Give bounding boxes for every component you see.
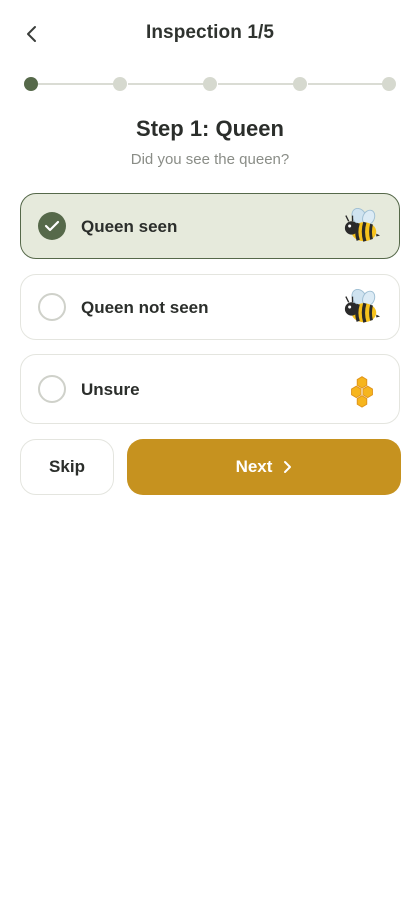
option-label: Queen seen: [81, 217, 178, 236]
step-title: Step 1: Queen: [136, 116, 284, 141]
bee-icon: [344, 208, 381, 242]
progress-dot-4: [293, 77, 307, 91]
option-label: Queen not seen: [81, 298, 209, 317]
next-button[interactable]: Next: [127, 439, 401, 495]
check-icon: [44, 220, 60, 232]
progress-segment: [308, 83, 384, 85]
step-subtitle: Did you see the queen?: [130, 151, 290, 168]
radio-unchecked[interactable]: [38, 293, 66, 321]
progress-dot-1: [24, 77, 38, 91]
progress-segment: [218, 83, 294, 85]
radio-checked[interactable]: [38, 212, 66, 240]
option-label: Unsure: [81, 380, 140, 399]
option-queen-not-seen[interactable]: Queen not seen: [20, 274, 400, 340]
header: Inspection 1/5: [0, 0, 420, 68]
radio-unchecked[interactable]: [38, 375, 66, 403]
step-progress: [24, 76, 398, 92]
progress-dot-2: [113, 77, 127, 91]
progress-segment: [128, 83, 204, 85]
option-unsure[interactable]: Unsure: [20, 354, 400, 424]
bee-icon: [344, 289, 381, 323]
progress-dot-3: [203, 77, 217, 91]
next-button-label: Next: [235, 457, 273, 476]
progress-segment: [38, 83, 114, 85]
progress-dot-5: [382, 77, 396, 91]
page-title: Inspection 1/5: [145, 22, 275, 43]
honeycomb-icon: [351, 376, 373, 408]
skip-button[interactable]: Skip: [20, 439, 114, 495]
chevron-right-icon: [282, 460, 292, 474]
option-queen-seen[interactable]: Queen seen: [20, 193, 400, 259]
